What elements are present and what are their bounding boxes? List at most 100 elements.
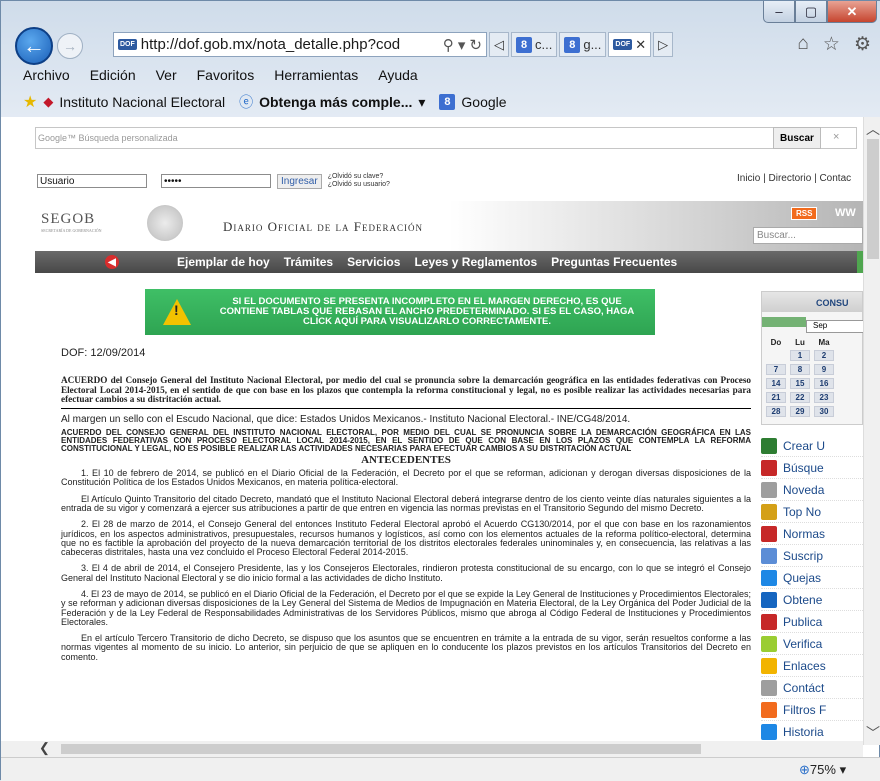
google-clear-icon[interactable]: × <box>833 131 839 143</box>
calendar-day[interactable]: 28 <box>766 406 786 417</box>
web-page: Google™ Búsqueda personalizada Buscar × … <box>1 117 863 745</box>
sidebar-link[interactable]: Contáct <box>761 677 863 699</box>
forgot-password-link[interactable]: ¿Olvidó su clave? <box>328 173 390 181</box>
menu-favoritos[interactable]: Favoritos <box>197 67 255 89</box>
warning-icon: ! <box>163 299 191 325</box>
sidebar-link[interactable]: Suscrip <box>761 545 863 567</box>
tab-close-icon[interactable]: ✕ <box>635 37 646 53</box>
vertical-scrollbar[interactable]: ︿ ﹀ <box>863 117 880 745</box>
new-tab-button[interactable]: ▷ <box>653 32 674 57</box>
scroll-down-icon[interactable]: ﹀ <box>866 723 880 743</box>
site-favicon: DOF <box>118 39 137 50</box>
maximize-button[interactable]: ▢ <box>795 1 827 23</box>
calendar-day[interactable]: 14 <box>766 378 786 389</box>
nav-ejemplar[interactable]: Ejemplar de hoy <box>177 255 270 269</box>
month-select[interactable]: Sep <box>806 320 863 333</box>
sidebar-link[interactable]: Verifica <box>761 633 863 655</box>
sidebar-link-label: Obtene <box>783 592 823 607</box>
calendar-day[interactable]: 9 <box>814 364 834 375</box>
ine-icon: ◆ <box>43 94 54 109</box>
download-icon <box>761 591 777 608</box>
calendar-day[interactable]: 8 <box>790 364 810 375</box>
sidebar-link[interactable]: Top No <box>761 501 863 523</box>
horizontal-scroll-thumb[interactable] <box>61 744 701 754</box>
sidebar-link[interactable]: Obtene <box>761 589 863 611</box>
site-search-input[interactable]: Buscar... <box>753 227 863 244</box>
vertical-scroll-thumb[interactable] <box>867 139 879 259</box>
address-url: http://dof.gob.mx/nota_detalle.php?cod <box>140 36 401 53</box>
google-search-input[interactable]: Google™ Búsqueda personalizada <box>35 127 857 149</box>
sidebar-link[interactable]: Noveda <box>761 479 863 501</box>
paragraph: 2. El 28 de marzo de 2014, el Consejo Ge… <box>61 519 751 558</box>
tab-google-2[interactable]: 8 g... <box>559 32 607 57</box>
fav-dropdown-icon[interactable]: ▾ <box>418 94 425 111</box>
incomplete-document-notice[interactable]: ! SI EL DOCUMENTO SE PRESENTA INCOMPLETO… <box>145 289 655 335</box>
forgot-user-link[interactable]: ¿Olvidó su usuario? <box>328 181 390 189</box>
fav-obtenga[interactable]: Obtenga más comple... <box>259 94 412 110</box>
calendar-day[interactable]: 16 <box>814 378 834 389</box>
menu-ver[interactable]: Ver <box>156 67 177 89</box>
sidebar-link[interactable]: Crear U <box>761 435 863 457</box>
zoom-dropdown-icon[interactable]: ▾ <box>840 762 847 777</box>
minimize-button[interactable]: – <box>763 1 795 23</box>
tab-scroll-left[interactable]: ◁ <box>489 32 509 57</box>
calendar-day[interactable]: 23 <box>814 392 834 403</box>
nav-leyes[interactable]: Leyes y Reglamentos <box>414 255 537 269</box>
fav-google[interactable]: Google <box>461 94 506 110</box>
site-favicon: DOF <box>613 39 633 50</box>
sidebar-link[interactable]: Publica <box>761 611 863 633</box>
sidebar-link[interactable]: Quejas <box>761 567 863 589</box>
calendar-day[interactable]: 22 <box>790 392 810 403</box>
horizontal-scrollbar[interactable]: ❮ <box>1 740 863 757</box>
refresh-icon[interactable]: ↻ <box>469 36 486 54</box>
top-links[interactable]: Inicio | Directorio | Contac <box>737 173 851 184</box>
calendar-day[interactable]: 2 <box>814 350 834 361</box>
login-button[interactable]: Ingresar <box>277 173 322 189</box>
back-button[interactable]: ← <box>15 27 53 65</box>
paragraph: 3. El 4 de abril de 2014, el Consejero P… <box>61 563 751 583</box>
tab-dof-active[interactable]: DOF ✕ <box>608 32 652 57</box>
calendar-day[interactable]: 15 <box>790 378 810 389</box>
sidebar-link[interactable]: Enlaces <box>761 655 863 677</box>
menu-archivo[interactable]: Archivo <box>23 67 70 89</box>
close-window-button[interactable]: ✕ <box>827 1 877 23</box>
calendar-day[interactable]: 30 <box>814 406 834 417</box>
calendar-day[interactable]: 21 <box>766 392 786 403</box>
search-dropdown-icon[interactable]: ⚲ ▾ <box>443 36 466 54</box>
favorites-star-icon[interactable]: ☆ <box>823 33 840 56</box>
calendar-day[interactable]: 7 <box>766 364 786 375</box>
favorites-add-icon[interactable]: ★ <box>23 92 37 112</box>
calendar-day <box>764 350 788 361</box>
segob-logo[interactable]: SEGOB SECRETARÍA DE GOBERNACIÓN <box>41 211 102 233</box>
password-field[interactable]: ••••• <box>161 174 271 188</box>
scroll-left-icon[interactable]: ❮ <box>39 740 50 756</box>
sidebar-link[interactable]: Búsque <box>761 457 863 479</box>
sidebar-link[interactable]: Normas <box>761 523 863 545</box>
tab-google-1[interactable]: 8 c... <box>511 32 558 57</box>
scroll-up-icon[interactable]: ︿ <box>866 119 880 139</box>
menu-herramientas[interactable]: Herramientas <box>274 67 358 89</box>
right-sidebar: CONSU Sep Do Lu Ma 1 2 7 8 9 14 15 16 21 22 23 28 29 30 … <box>761 289 863 745</box>
forward-button[interactable]: → <box>57 33 83 59</box>
menu-ayuda[interactable]: Ayuda <box>378 67 417 89</box>
nav-tramites[interactable]: Trámites <box>284 255 333 269</box>
calendar-day[interactable]: 29 <box>790 406 810 417</box>
nav-servicios[interactable]: Servicios <box>347 255 400 269</box>
calendar-widget: CONSU Sep Do Lu Ma 1 2 7 8 9 14 15 16 21 22 23 28 29 30 <box>761 291 863 425</box>
site-title[interactable]: Diario Oficial de la Federación <box>223 219 423 235</box>
google-search-button[interactable]: Buscar <box>773 127 821 149</box>
home-icon[interactable]: ⌂ <box>797 33 808 56</box>
menu-edicion[interactable]: Edición <box>90 67 136 89</box>
nav-back-icon[interactable]: ◀ <box>105 255 119 269</box>
nav-preguntas[interactable]: Preguntas Frecuentes <box>551 255 677 269</box>
calendar-day[interactable]: 1 <box>790 350 810 361</box>
google-icon: 8 <box>564 36 581 53</box>
username-field[interactable]: Usuario <box>37 174 147 188</box>
rss-button[interactable]: RSS <box>791 207 818 220</box>
zoom-control[interactable]: ⊕75% ▾ <box>799 762 846 778</box>
address-bar[interactable]: DOF http://dof.gob.mx/nota_detalle.php?c… <box>113 32 487 57</box>
sidebar-link[interactable]: Filtros F <box>761 699 863 721</box>
sidebar-link[interactable]: Historia <box>761 721 863 743</box>
settings-gear-icon[interactable]: ⚙ <box>854 33 871 56</box>
fav-ine[interactable]: Instituto Nacional Electoral <box>59 94 225 110</box>
